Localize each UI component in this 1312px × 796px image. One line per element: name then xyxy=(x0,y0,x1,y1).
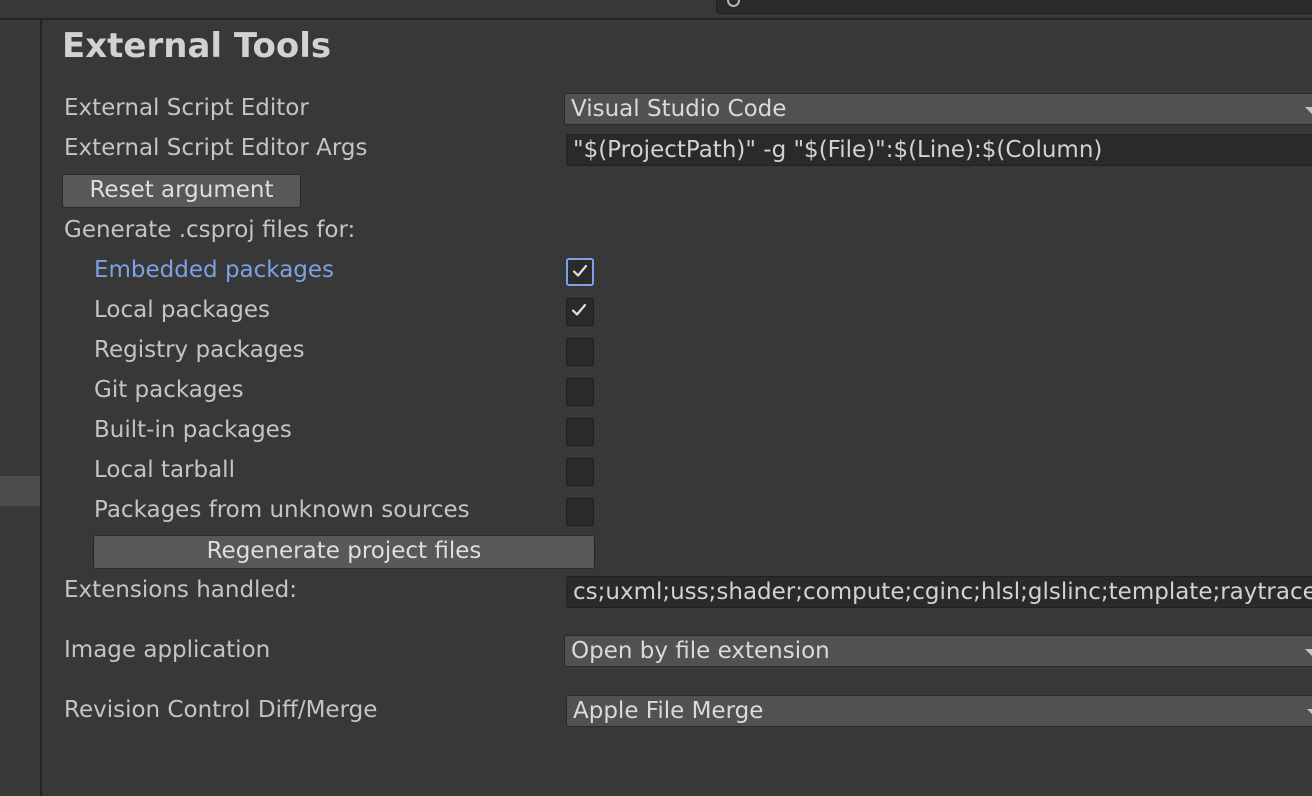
image-application-value: Open by file extension xyxy=(571,638,830,664)
search-icon xyxy=(727,0,740,7)
top-bar xyxy=(0,0,1312,20)
checkbox-builtin-packages[interactable] xyxy=(566,418,594,446)
sidebar-item-selected[interactable] xyxy=(0,476,40,506)
generate-csproj-label: Generate .csproj files for: xyxy=(64,217,356,243)
checkmark-icon xyxy=(571,303,587,316)
package-label-embedded: Embedded packages xyxy=(94,257,335,283)
package-label-registry: Registry packages xyxy=(94,337,305,363)
search-input[interactable] xyxy=(716,0,1312,14)
revision-control-value: Apple File Merge xyxy=(573,698,764,724)
revision-control-label: Revision Control Diff/Merge xyxy=(64,697,378,723)
regenerate-project-files-button[interactable]: Regenerate project files xyxy=(93,535,595,569)
package-label-local: Local packages xyxy=(94,297,271,323)
script-editor-args-value: "$(ProjectPath)" -g "$(File)":$(Line):$(… xyxy=(573,137,1103,163)
chevron-down-icon xyxy=(1307,709,1312,717)
script-editor-args-field[interactable]: "$(ProjectPath)" -g "$(File)":$(Line):$(… xyxy=(566,134,1312,166)
page-title: External Tools xyxy=(62,26,332,66)
package-label-git: Git packages xyxy=(94,377,244,403)
chevron-down-icon xyxy=(1305,649,1312,657)
script-editor-args-label: External Script Editor Args xyxy=(64,135,368,161)
script-editor-dropdown[interactable]: Visual Studio Code xyxy=(564,93,1312,125)
checkmark-icon xyxy=(572,264,588,277)
extensions-handled-value: cs;uxml;uss;shader;compute;cginc;hlsl;gl… xyxy=(573,579,1312,605)
package-label-unknown-sources: Packages from unknown sources xyxy=(94,497,470,523)
extensions-handled-label: Extensions handled: xyxy=(64,577,297,603)
package-label-local-tarball: Local tarball xyxy=(94,457,235,483)
checkbox-embedded-packages[interactable] xyxy=(566,258,594,286)
image-application-label: Image application xyxy=(64,637,271,663)
script-editor-label: External Script Editor xyxy=(64,95,309,121)
chevron-down-icon xyxy=(1305,107,1312,115)
script-editor-value: Visual Studio Code xyxy=(571,96,787,122)
checkbox-local-packages[interactable] xyxy=(566,298,594,326)
checkbox-unknown-sources[interactable] xyxy=(566,498,594,526)
checkbox-registry-packages[interactable] xyxy=(566,338,594,366)
external-tools-panel: External Tools External Script Editor Vi… xyxy=(42,20,1312,796)
reset-argument-button[interactable]: Reset argument xyxy=(62,174,301,208)
revision-control-dropdown[interactable]: Apple File Merge xyxy=(566,695,1312,727)
image-application-dropdown[interactable]: Open by file extension xyxy=(564,635,1312,667)
checkbox-git-packages[interactable] xyxy=(566,378,594,406)
checkbox-local-tarball[interactable] xyxy=(566,458,594,486)
package-label-builtin: Built-in packages xyxy=(94,417,292,443)
sidebar xyxy=(0,20,42,796)
extensions-handled-field[interactable]: cs;uxml;uss;shader;compute;cginc;hlsl;gl… xyxy=(566,576,1312,608)
